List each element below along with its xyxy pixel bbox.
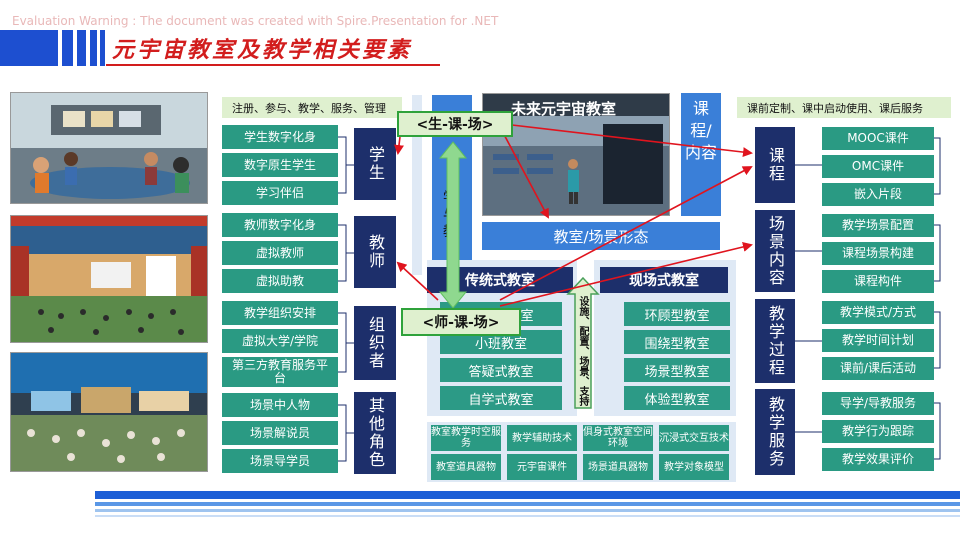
bottom-decoration-stripes (95, 491, 960, 517)
label-teacher-course-scene: <师-课-场> (401, 308, 521, 336)
label-student-course-scene: <生-课-场> (397, 111, 513, 137)
connector-overlay (338, 124, 941, 462)
